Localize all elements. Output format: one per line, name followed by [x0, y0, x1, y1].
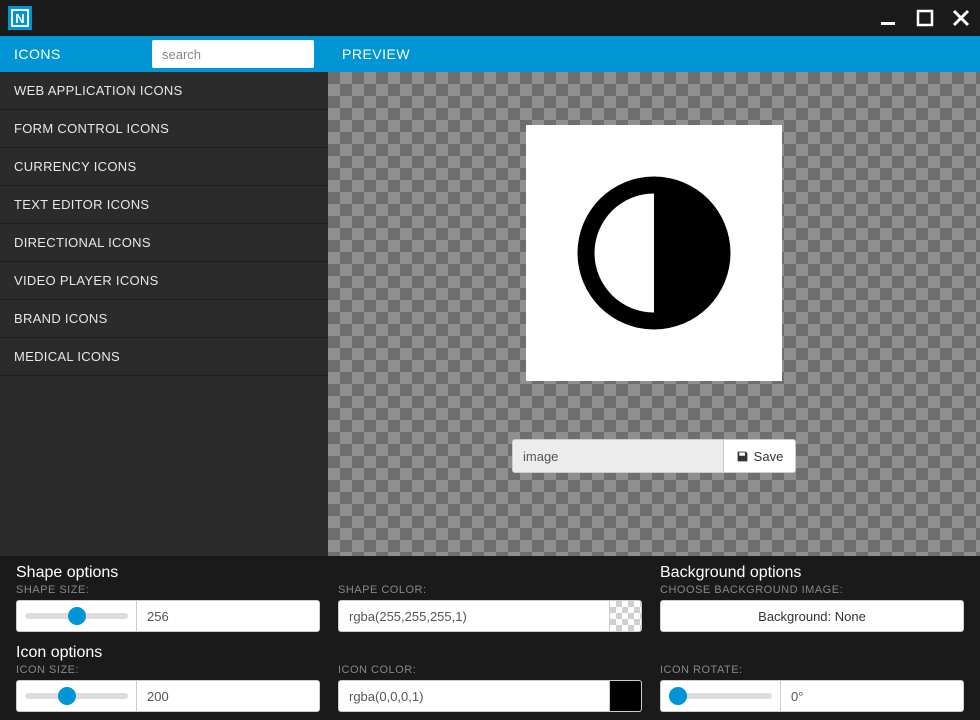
category-item[interactable]: CURRENCY ICONS [0, 148, 328, 186]
category-item[interactable]: VIDEO PLAYER ICONS [0, 262, 328, 300]
icon-rotate-value[interactable]: 0° [780, 680, 964, 712]
category-item[interactable]: BRAND ICONS [0, 300, 328, 338]
icon-rotate-label: ICON ROTATE: [660, 664, 964, 676]
icon-color-input[interactable]: rgba(0,0,0,1) [338, 680, 610, 712]
icon-size-block: Icon options ICON SIZE: 200 [16, 644, 320, 720]
icon-color-label: ICON COLOR: [338, 664, 642, 676]
icon-size-value[interactable]: 200 [136, 680, 320, 712]
category-item[interactable]: TEXT EDITOR ICONS [0, 186, 328, 224]
minimize-button[interactable] [878, 7, 900, 29]
header: ICONS PREVIEW [0, 36, 980, 72]
save-row: Save [512, 439, 796, 473]
icons-tab-label: ICONS [14, 46, 61, 62]
icon-size-slider[interactable] [25, 693, 128, 699]
shape-options-title: Shape options [16, 564, 320, 582]
icon-canvas [526, 125, 782, 381]
adjust-icon [569, 168, 739, 338]
save-button[interactable]: Save [723, 440, 795, 472]
preview-tab-label: PREVIEW [342, 46, 410, 62]
shape-size-label: SHAPE SIZE: [16, 584, 320, 596]
choose-background-label: CHOOSE BACKGROUND IMAGE: [660, 584, 964, 596]
icon-options-title: Icon options [16, 644, 320, 662]
maximize-button[interactable] [914, 7, 936, 29]
icon-layer [526, 125, 782, 381]
close-button[interactable] [950, 7, 972, 29]
category-item[interactable]: WEB APPLICATION ICONS [0, 72, 328, 110]
main-content: WEB APPLICATION ICONS FORM CONTROL ICONS… [0, 72, 980, 556]
background-block: Background options CHOOSE BACKGROUND IMA… [660, 564, 964, 640]
shape-color-swatch[interactable] [610, 600, 642, 632]
category-item[interactable]: FORM CONTROL ICONS [0, 110, 328, 148]
shape-color-input[interactable]: rgba(255,255,255,1) [338, 600, 610, 632]
category-item[interactable]: DIRECTIONAL ICONS [0, 224, 328, 262]
app-logo: N [8, 6, 32, 30]
save-button-label: Save [754, 449, 784, 464]
shape-size-block: Shape options SHAPE SIZE: 256 [16, 564, 320, 640]
options-panel: Shape options SHAPE SIZE: 256 SHAPE COLO… [0, 556, 980, 720]
shape-color-label: SHAPE COLOR: [338, 584, 642, 596]
window-controls [878, 7, 972, 29]
save-icon [736, 450, 749, 463]
shape-size-value[interactable]: 256 [136, 600, 320, 632]
category-item[interactable]: MEDICAL ICONS [0, 338, 328, 376]
filename-input[interactable] [513, 440, 723, 472]
category-sidebar: WEB APPLICATION ICONS FORM CONTROL ICONS… [0, 72, 328, 556]
search-input[interactable] [152, 40, 314, 68]
icon-color-block: ICON COLOR: rgba(0,0,0,1) [338, 644, 642, 720]
preview-panel: Save [328, 72, 980, 556]
shape-size-slider[interactable] [25, 613, 128, 619]
background-button[interactable]: Background: None [660, 600, 964, 632]
title-bar: N [0, 0, 980, 36]
icon-size-label: ICON SIZE: [16, 664, 320, 676]
icon-rotate-block: ICON ROTATE: 0° [660, 644, 964, 720]
icon-rotate-slider[interactable] [669, 693, 772, 699]
background-options-title: Background options [660, 564, 964, 582]
shape-color-block: SHAPE COLOR: rgba(255,255,255,1) [338, 564, 642, 640]
icon-color-swatch[interactable] [610, 680, 642, 712]
